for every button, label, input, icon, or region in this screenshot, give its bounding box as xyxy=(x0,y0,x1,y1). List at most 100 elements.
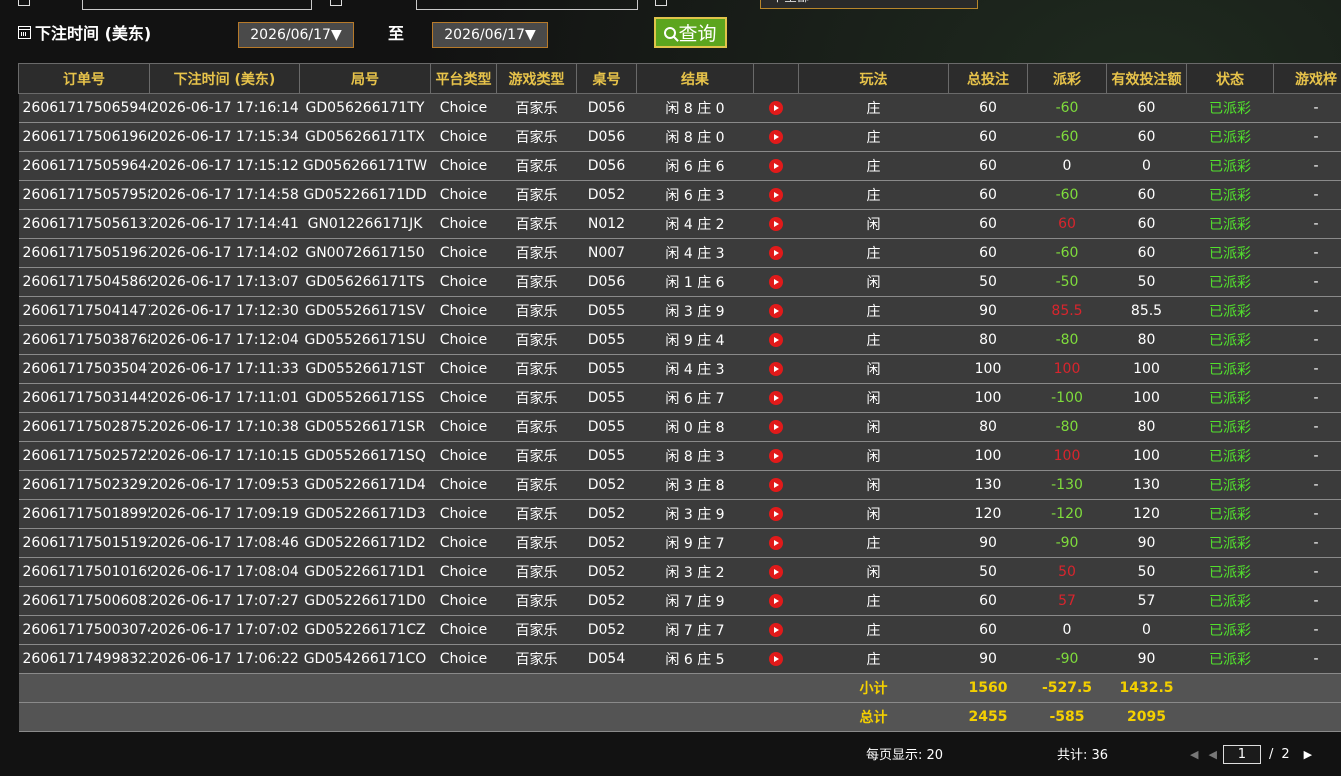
table-cell: 已派彩 xyxy=(1186,441,1274,471)
start-date-picker[interactable]: 2026/06/17▼ xyxy=(238,22,354,48)
table-cell: D054 xyxy=(576,644,637,674)
table-cell: 百家乐 xyxy=(496,122,577,152)
play-icon[interactable] xyxy=(769,478,783,492)
table-cell: -60 xyxy=(1027,238,1107,268)
order-number-input[interactable] xyxy=(82,0,312,10)
table-cell: 2026-06-17 17:14:02 xyxy=(149,238,300,268)
column-header: 派彩 xyxy=(1027,63,1107,94)
play-icon[interactable] xyxy=(769,362,783,376)
table-cell: - xyxy=(1273,354,1341,384)
play-icon[interactable] xyxy=(769,594,783,608)
column-header: 总投注 xyxy=(948,63,1028,94)
page-number-input[interactable]: 1 xyxy=(1222,744,1261,764)
column-header: 结果 xyxy=(636,63,754,94)
table-row: 260617175015192 2026-06-17 17:08:46 GD0522… xyxy=(18,528,1341,558)
summary-cell: 2455 xyxy=(948,702,1028,732)
table-cell: 260617175025725 xyxy=(18,441,150,471)
play-icon[interactable] xyxy=(769,246,783,260)
table-cell: 60 xyxy=(948,180,1028,210)
round-number-input[interactable] xyxy=(416,0,638,10)
table-cell: 闲 3 庄 8 xyxy=(636,470,754,500)
play-icon[interactable] xyxy=(769,391,783,405)
table-cell: 60 xyxy=(948,615,1028,645)
play-icon[interactable] xyxy=(769,159,783,173)
table-cell: Choice xyxy=(430,499,497,529)
play-icon[interactable] xyxy=(769,101,783,115)
table-cell: Choice xyxy=(430,528,497,558)
table-cell: D052 xyxy=(576,615,637,645)
table-row: 260617175065940 2026-06-17 17:16:14 GD0562… xyxy=(18,93,1341,123)
table-cell: 已派彩 xyxy=(1186,267,1274,297)
column-header: 有效投注额 xyxy=(1106,63,1187,94)
partial-icon xyxy=(330,0,342,6)
end-date-picker[interactable]: 2026/06/17▼ xyxy=(432,22,548,48)
video-cell xyxy=(753,93,799,123)
table-cell: Choice xyxy=(430,557,497,587)
table-cell: 2026-06-17 17:08:04 xyxy=(149,557,300,587)
table-cell: 已派彩 xyxy=(1186,586,1274,616)
play-icon[interactable] xyxy=(769,652,783,666)
play-icon[interactable] xyxy=(769,304,783,318)
table-cell: -130 xyxy=(1027,470,1107,500)
table-cell: 闲 8 庄 3 xyxy=(636,441,754,471)
play-icon[interactable] xyxy=(769,420,783,434)
table-row: 260617175057958 2026-06-17 17:14:58 GD0522… xyxy=(18,180,1341,210)
summary-cell: -585 xyxy=(1027,702,1107,732)
total-row: 总计 2455 -585 2095 xyxy=(18,702,1341,732)
table-cell: 2026-06-17 17:11:33 xyxy=(149,354,300,384)
prev-page-icon[interactable]: ◀ xyxy=(1208,748,1216,761)
table-cell: 已派彩 xyxy=(1186,238,1274,268)
video-cell xyxy=(753,209,799,239)
play-icon[interactable] xyxy=(769,623,783,637)
column-header: 玩法 xyxy=(798,63,949,94)
play-icon[interactable] xyxy=(769,188,783,202)
table-cell: 百家乐 xyxy=(496,238,577,268)
table-cell: 已派彩 xyxy=(1186,93,1274,123)
table-cell: D052 xyxy=(576,499,637,529)
summary-cell xyxy=(1186,702,1274,732)
table-cell: 60 xyxy=(1106,238,1187,268)
play-icon[interactable] xyxy=(769,536,783,550)
column-header: 状态 xyxy=(1186,63,1274,94)
status-select[interactable]: 平全部 xyxy=(760,0,978,9)
pagination: ◀ ◀ 1 / 2 ▶ xyxy=(1190,744,1312,764)
summary-cell xyxy=(1273,702,1341,732)
table-cell: 百家乐 xyxy=(496,644,577,674)
table-cell: D055 xyxy=(576,354,637,384)
play-icon[interactable] xyxy=(769,275,783,289)
play-icon[interactable] xyxy=(769,507,783,521)
table-cell: 260617175051961 xyxy=(18,238,150,268)
table-cell: Choice xyxy=(430,644,497,674)
table-cell: 130 xyxy=(948,470,1028,500)
table-row: 260617175041471 2026-06-17 17:12:30 GD0552… xyxy=(18,296,1341,326)
table-cell: -60 xyxy=(1027,122,1107,152)
table-cell: 已派彩 xyxy=(1186,122,1274,152)
query-button[interactable]: 查询 xyxy=(654,17,727,48)
table-cell: - xyxy=(1273,267,1341,297)
play-icon[interactable] xyxy=(769,565,783,579)
table-cell: -60 xyxy=(1027,180,1107,210)
table-cell: GD052266171D1 xyxy=(299,557,431,587)
table-cell: 百家乐 xyxy=(496,499,577,529)
table-cell: 60 xyxy=(948,209,1028,239)
video-cell xyxy=(753,296,799,326)
table-cell: GD052266171D2 xyxy=(299,528,431,558)
column-header: 订单号 xyxy=(18,63,150,94)
table-row: 260617175061966 2026-06-17 17:15:34 GD0562… xyxy=(18,122,1341,152)
next-page-icon[interactable]: ▶ xyxy=(1304,748,1312,761)
summary-cell xyxy=(149,673,300,703)
table-cell: 85.5 xyxy=(1027,296,1107,326)
play-icon[interactable] xyxy=(769,449,783,463)
table-row: 260617175010169 2026-06-17 17:08:04 GD0522… xyxy=(18,557,1341,587)
table-row: 260617175006081 2026-06-17 17:07:27 GD0522… xyxy=(18,586,1341,616)
table-cell: GD056266171TY xyxy=(299,93,431,123)
table-cell: 0 xyxy=(1106,615,1187,645)
play-icon[interactable] xyxy=(769,217,783,231)
first-page-icon[interactable]: ◀ xyxy=(1190,748,1198,761)
play-icon[interactable] xyxy=(769,333,783,347)
table-cell: 60 xyxy=(948,586,1028,616)
summary-cell xyxy=(299,702,431,732)
table-cell: - xyxy=(1273,586,1341,616)
summary-cell xyxy=(18,673,150,703)
play-icon[interactable] xyxy=(769,130,783,144)
